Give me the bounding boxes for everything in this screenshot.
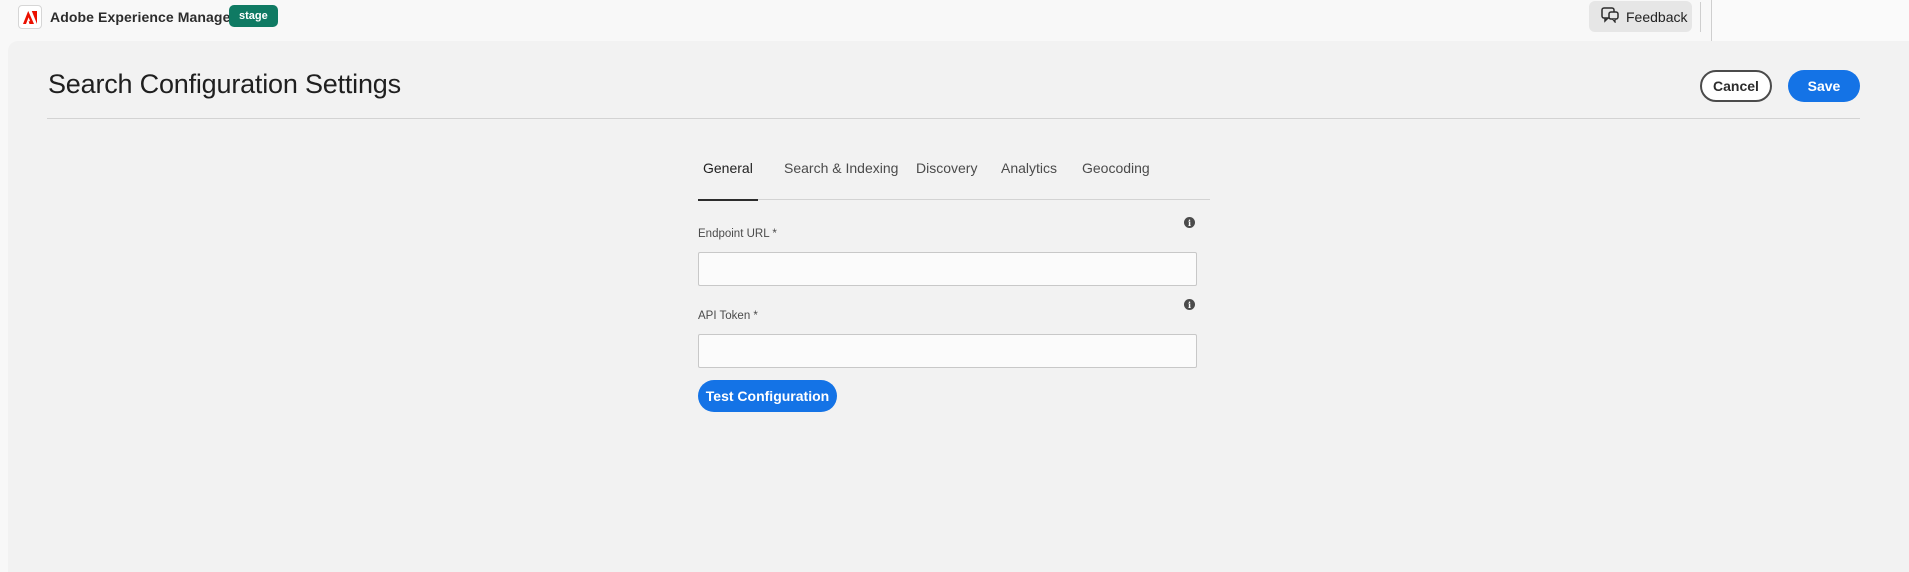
settings-tabs: General Search & Indexing Discovery Anal… xyxy=(698,148,1210,201)
environment-badge: stage xyxy=(229,5,278,27)
header-divider xyxy=(47,118,1860,119)
main-panel: Search Configuration Settings Cancel Sav… xyxy=(8,41,1909,572)
tab-discovery[interactable]: Discovery xyxy=(916,148,977,200)
top-bar: Adobe Experience Manager stage Feedback xyxy=(0,0,1909,46)
toolbar-divider xyxy=(1700,2,1701,32)
info-icon[interactable]: i xyxy=(1184,217,1195,228)
tab-search-indexing[interactable]: Search & Indexing xyxy=(784,148,898,200)
tab-geocoding[interactable]: Geocoding xyxy=(1082,148,1150,200)
api-token-input[interactable] xyxy=(698,334,1197,368)
app-name: Adobe Experience Manager xyxy=(50,9,237,25)
tab-analytics[interactable]: Analytics xyxy=(1001,148,1057,200)
endpoint-url-input[interactable] xyxy=(698,252,1197,286)
feedback-button[interactable]: Feedback xyxy=(1589,1,1692,32)
info-icon[interactable]: i xyxy=(1184,299,1195,310)
brand[interactable]: Adobe Experience Manager xyxy=(18,4,236,30)
feedback-chat-icon xyxy=(1601,7,1626,26)
user-menu-slot[interactable] xyxy=(1711,0,1909,46)
feedback-label: Feedback xyxy=(1626,8,1688,25)
tab-general[interactable]: General xyxy=(698,148,758,201)
cancel-button[interactable]: Cancel xyxy=(1700,70,1772,102)
page-title: Search Configuration Settings xyxy=(48,69,401,99)
api-token-label: API Token * xyxy=(698,310,758,322)
save-button[interactable]: Save xyxy=(1788,70,1860,102)
test-configuration-button[interactable]: Test Configuration xyxy=(698,380,837,412)
adobe-logo-icon xyxy=(18,5,42,29)
endpoint-url-label: Endpoint URL * xyxy=(698,228,777,240)
